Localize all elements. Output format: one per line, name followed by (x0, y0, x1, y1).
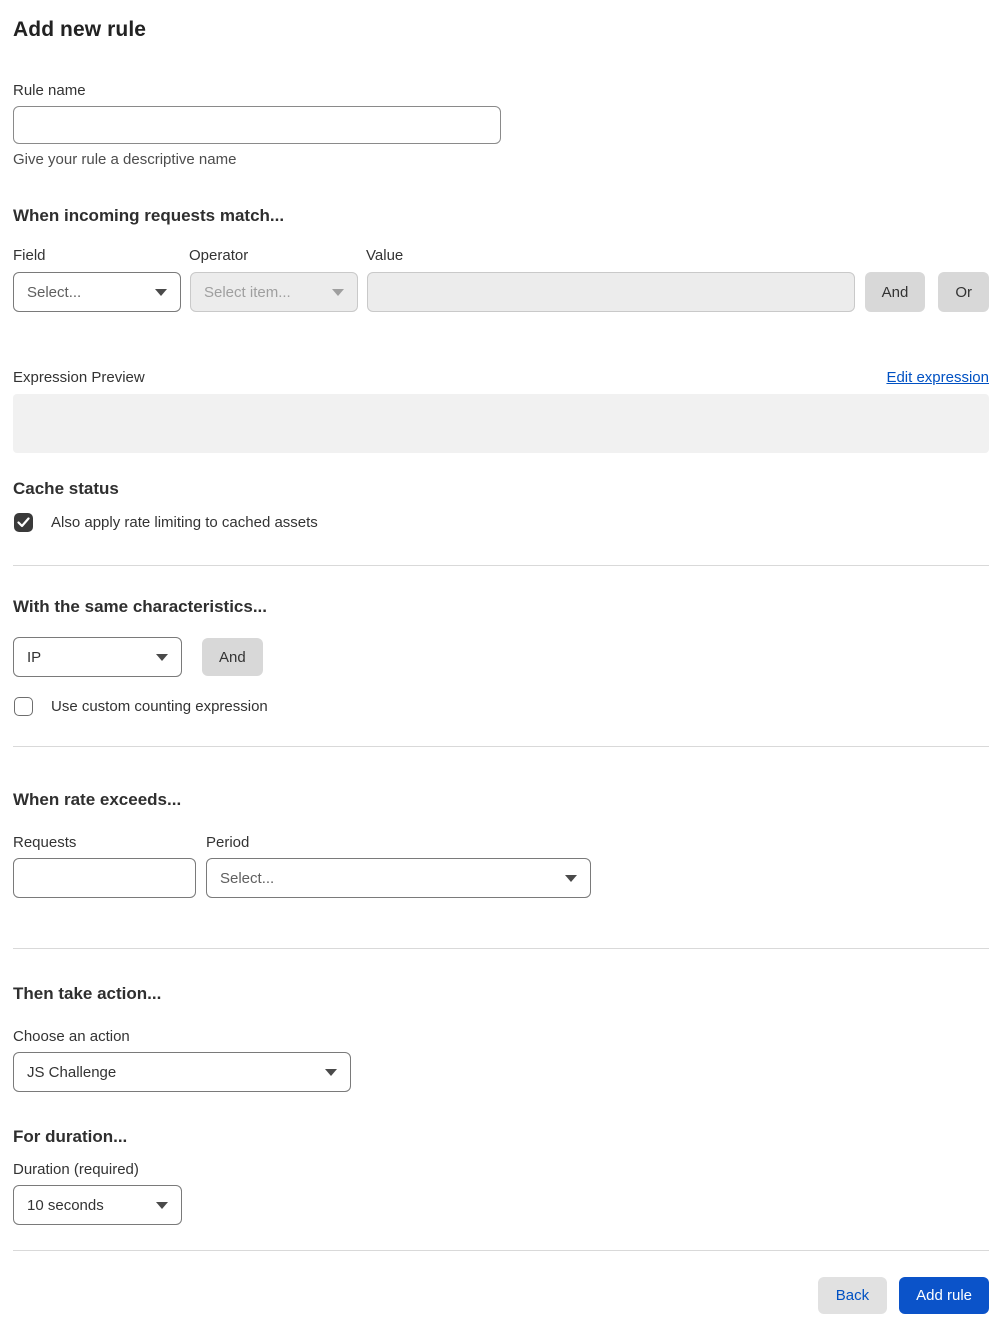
divider (13, 565, 989, 566)
section-heading-cache: Cache status (13, 479, 119, 498)
check-icon (17, 517, 30, 528)
chevron-down-icon (156, 653, 168, 661)
chevron-down-icon (156, 1201, 168, 1209)
or-button[interactable]: Or (938, 272, 989, 312)
period-select-value: Select... (220, 869, 275, 887)
back-button[interactable]: Back (817, 1277, 888, 1314)
characteristic-and-button[interactable]: And (202, 638, 263, 676)
rule-name-input[interactable] (13, 106, 501, 144)
value-label: Value (366, 247, 404, 264)
period-label: Period (206, 834, 250, 851)
custom-counting-checkbox[interactable] (14, 697, 33, 716)
and-button[interactable]: And (864, 272, 926, 312)
page-title: Add new rule (13, 18, 147, 41)
chevron-down-icon (325, 1068, 337, 1076)
chevron-down-icon (155, 288, 167, 296)
field-select[interactable]: Select... (13, 272, 181, 312)
requests-label: Requests (13, 834, 77, 851)
divider (13, 948, 989, 949)
action-select[interactable]: JS Challenge (13, 1052, 351, 1092)
field-label: Field (13, 247, 46, 264)
section-heading-match: When incoming requests match... (13, 206, 285, 225)
custom-counting-label[interactable]: Use custom counting expression (51, 698, 268, 715)
section-heading-action: Then take action... (13, 984, 162, 1003)
section-heading-characteristics: With the same characteristics... (13, 597, 268, 616)
add-rule-button[interactable]: Add rule (899, 1277, 989, 1314)
action-select-value: JS Challenge (27, 1063, 117, 1081)
expression-preview-box (13, 394, 989, 453)
rule-name-help: Give your rule a descriptive name (13, 151, 237, 168)
characteristic-select-value: IP (27, 648, 42, 666)
field-select-value: Select... (27, 283, 82, 301)
operator-select: Select item... (190, 272, 358, 312)
duration-label: Duration (required) (13, 1161, 139, 1178)
requests-input[interactable] (13, 858, 196, 898)
operator-label: Operator (189, 247, 249, 264)
expression-preview-label: Expression Preview (13, 369, 145, 386)
duration-select[interactable]: 10 seconds (13, 1185, 182, 1225)
characteristic-select[interactable]: IP (13, 637, 182, 677)
divider (13, 1250, 989, 1251)
section-heading-rate: When rate exceeds... (13, 790, 182, 809)
section-heading-duration: For duration... (13, 1127, 128, 1146)
action-label: Choose an action (13, 1028, 130, 1045)
cache-checkbox-label[interactable]: Also apply rate limiting to cached asset… (51, 514, 318, 531)
period-select[interactable]: Select... (206, 858, 591, 898)
chevron-down-icon (332, 288, 344, 296)
duration-select-value: 10 seconds (27, 1196, 104, 1214)
value-input (367, 272, 855, 312)
chevron-down-icon (565, 874, 577, 882)
cache-checkbox[interactable] (14, 513, 33, 532)
divider (13, 746, 989, 747)
edit-expression-link[interactable]: Edit expression (886, 369, 989, 386)
operator-select-value: Select item... (204, 283, 291, 301)
rule-name-label: Rule name (13, 82, 86, 99)
